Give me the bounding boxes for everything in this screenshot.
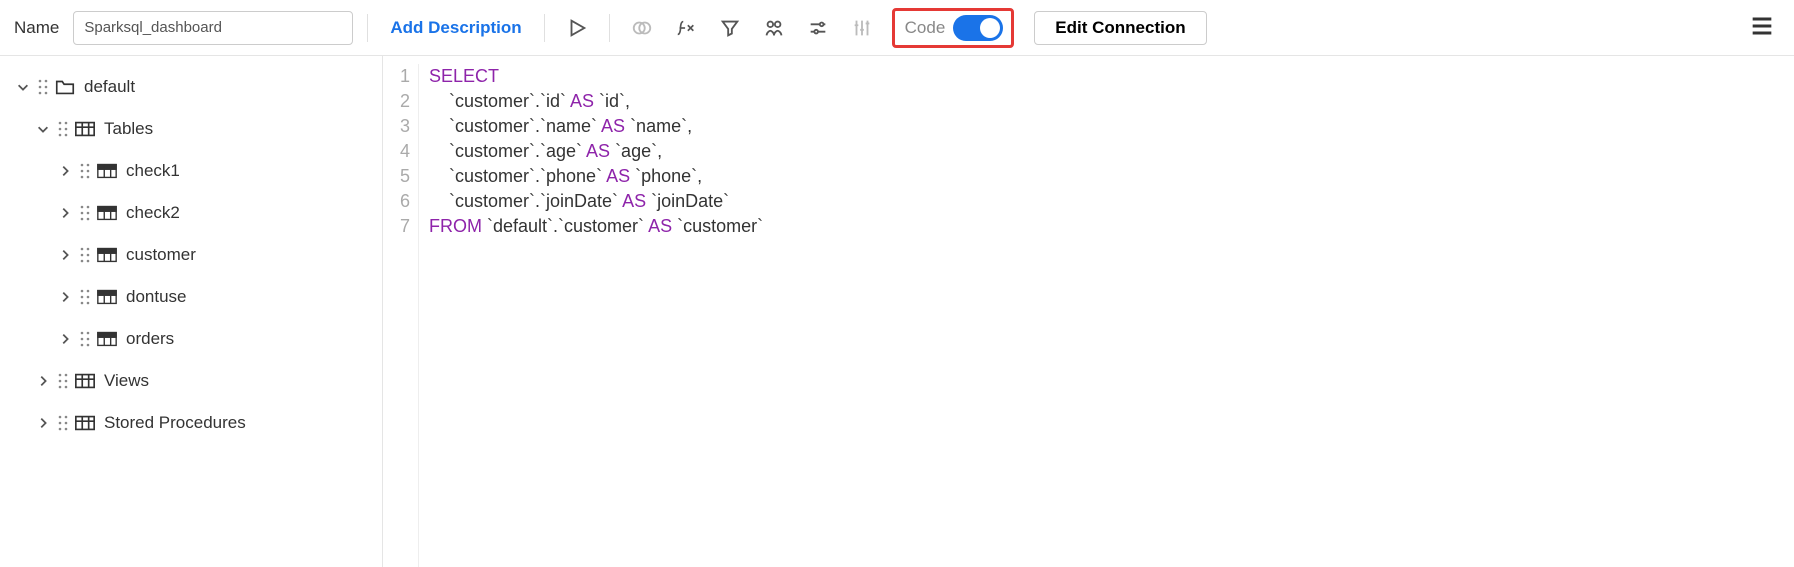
table-icon bbox=[96, 287, 118, 307]
filter-icon[interactable] bbox=[712, 10, 748, 46]
drag-handle-icon bbox=[78, 247, 92, 263]
code-line[interactable]: `customer`.`phone` AS `phone`, bbox=[429, 164, 763, 189]
tree-label: default bbox=[84, 77, 135, 97]
name-input[interactable] bbox=[73, 11, 353, 45]
line-number: 6 bbox=[383, 189, 410, 214]
line-number: 4 bbox=[383, 139, 410, 164]
run-button[interactable] bbox=[559, 10, 595, 46]
toolbar: Name Add Description Code Edit Connectio… bbox=[0, 0, 1794, 56]
code-toggle-label: Code bbox=[905, 18, 946, 38]
edit-connection-button[interactable]: Edit Connection bbox=[1034, 11, 1206, 45]
code-toggle[interactable] bbox=[953, 15, 1003, 41]
chevron-right-icon bbox=[56, 246, 74, 264]
table-icon bbox=[96, 329, 118, 349]
code-line[interactable]: `customer`.`age` AS `age`, bbox=[429, 139, 763, 164]
chevron-down-icon bbox=[34, 120, 52, 138]
folder-icon bbox=[54, 77, 76, 97]
tree-label: check1 bbox=[126, 161, 180, 181]
line-number: 1 bbox=[383, 64, 410, 89]
drag-handle-icon bbox=[36, 79, 50, 95]
drag-handle-icon bbox=[78, 331, 92, 347]
drag-handle-icon bbox=[56, 373, 70, 389]
join-icon[interactable] bbox=[624, 10, 660, 46]
chevron-right-icon bbox=[56, 162, 74, 180]
tree-table-item[interactable]: orders bbox=[0, 318, 382, 360]
add-description-link[interactable]: Add Description bbox=[390, 18, 521, 38]
table-icon bbox=[74, 119, 96, 139]
chevron-down-icon bbox=[14, 78, 32, 96]
tree-label: customer bbox=[126, 245, 196, 265]
drag-handle-icon bbox=[56, 121, 70, 137]
schema-tree: default Tables check1 check2 customer bbox=[0, 56, 383, 567]
tree-node-tables[interactable]: Tables bbox=[0, 108, 382, 150]
menu-icon[interactable] bbox=[1744, 8, 1780, 48]
table-icon bbox=[96, 245, 118, 265]
chevron-right-icon bbox=[56, 204, 74, 222]
drag-handle-icon bbox=[78, 289, 92, 305]
table-icon bbox=[74, 371, 96, 391]
drag-handle-icon bbox=[56, 415, 70, 431]
line-number: 7 bbox=[383, 214, 410, 239]
line-number: 2 bbox=[383, 89, 410, 114]
table-icon bbox=[74, 413, 96, 433]
code-editor[interactable]: 1234567 SELECT `customer`.`id` AS `id`, … bbox=[383, 56, 1794, 567]
main: default Tables check1 check2 customer bbox=[0, 56, 1794, 567]
code-line[interactable]: FROM `default`.`customer` AS `customer` bbox=[429, 214, 763, 239]
name-label: Name bbox=[14, 18, 59, 38]
code-toggle-container: Code bbox=[892, 8, 1015, 48]
tree-root-default[interactable]: default bbox=[0, 66, 382, 108]
equalizer-icon[interactable] bbox=[844, 10, 880, 46]
code-line[interactable]: SELECT bbox=[429, 64, 763, 89]
tree-table-item[interactable]: check2 bbox=[0, 192, 382, 234]
chevron-right-icon bbox=[34, 372, 52, 390]
table-icon bbox=[96, 203, 118, 223]
tree-label: Views bbox=[104, 371, 149, 391]
group-icon[interactable] bbox=[756, 10, 792, 46]
line-number: 3 bbox=[383, 114, 410, 139]
separator bbox=[544, 14, 545, 42]
fx-icon[interactable] bbox=[668, 10, 704, 46]
drag-handle-icon bbox=[78, 205, 92, 221]
tree-label: Stored Procedures bbox=[104, 413, 246, 433]
settings-sliders-icon[interactable] bbox=[800, 10, 836, 46]
tree-table-item[interactable]: dontuse bbox=[0, 276, 382, 318]
code-line[interactable]: `customer`.`name` AS `name`, bbox=[429, 114, 763, 139]
separator bbox=[609, 14, 610, 42]
line-gutter: 1234567 bbox=[383, 64, 419, 567]
tree-label: dontuse bbox=[126, 287, 187, 307]
line-number: 5 bbox=[383, 164, 410, 189]
chevron-right-icon bbox=[56, 330, 74, 348]
tree-table-item[interactable]: customer bbox=[0, 234, 382, 276]
tree-node-views[interactable]: Views bbox=[0, 360, 382, 402]
chevron-right-icon bbox=[56, 288, 74, 306]
tree-label: orders bbox=[126, 329, 174, 349]
tree-label: check2 bbox=[126, 203, 180, 223]
tree-table-item[interactable]: check1 bbox=[0, 150, 382, 192]
code-line[interactable]: `customer`.`joinDate` AS `joinDate` bbox=[429, 189, 763, 214]
code-line[interactable]: `customer`.`id` AS `id`, bbox=[429, 89, 763, 114]
chevron-right-icon bbox=[34, 414, 52, 432]
tree-node-stored-procedures[interactable]: Stored Procedures bbox=[0, 402, 382, 444]
code-content[interactable]: SELECT `customer`.`id` AS `id`, `custome… bbox=[419, 64, 763, 567]
table-icon bbox=[96, 161, 118, 181]
separator bbox=[367, 14, 368, 42]
tree-label: Tables bbox=[104, 119, 153, 139]
drag-handle-icon bbox=[78, 163, 92, 179]
